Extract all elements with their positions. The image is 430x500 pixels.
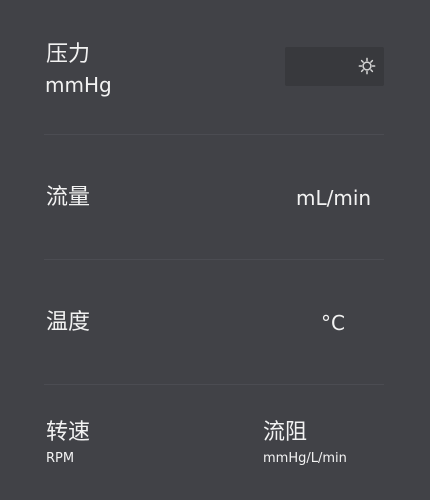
divider-3 <box>44 384 384 385</box>
flow-unit: mL/min <box>296 186 372 210</box>
resistance-label: 流阻 <box>263 420 308 445</box>
speed-unit: RPM <box>46 451 75 466</box>
pressure-settings-box[interactable] <box>285 47 384 86</box>
temperature-label: 温度 <box>46 310 91 335</box>
pressure-label: 压力 <box>46 42 91 67</box>
divider-1 <box>44 134 384 135</box>
flow-label: 流量 <box>46 185 91 210</box>
divider-2 <box>44 259 384 260</box>
resistance-unit: mmHg/L/min <box>263 451 347 466</box>
monitor-panel: 压力 mmHg 流量 mL/min 温度 °C 转速 RPM 流阻 mmHg/L… <box>0 0 430 500</box>
gear-icon[interactable] <box>358 57 376 75</box>
temperature-unit: °C <box>321 311 345 335</box>
pressure-unit: mmHg <box>45 73 112 97</box>
speed-label: 转速 <box>46 420 91 445</box>
